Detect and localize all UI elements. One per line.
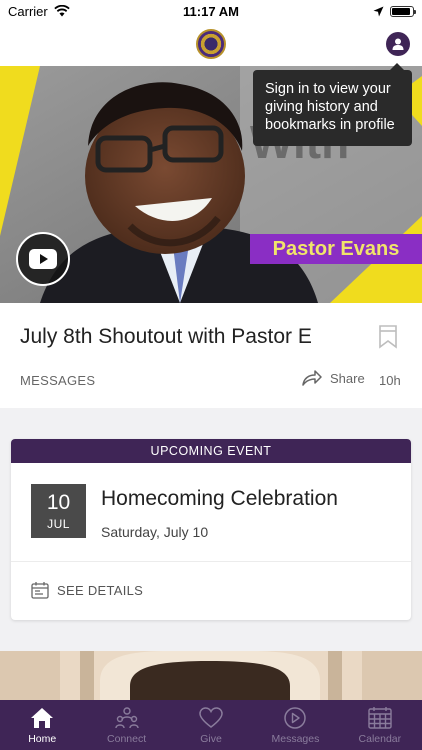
tab-label: Calendar <box>358 733 402 745</box>
bookmark-icon <box>379 325 397 349</box>
user-icon <box>392 38 404 50</box>
event-date-box: 10 JUL <box>31 484 86 538</box>
battery-fill <box>391 7 411 15</box>
message-title[interactable]: July 8th Shoutout with Pastor E <box>20 325 312 349</box>
home-icon <box>31 708 54 728</box>
youtube-play-icon <box>29 249 57 269</box>
battery-icon <box>389 5 416 17</box>
sign-in-tooltip: Sign in to view your giving history and … <box>253 63 412 146</box>
tab-calendar[interactable]: Calendar <box>338 700 422 750</box>
profile-button[interactable] <box>386 32 410 56</box>
status-time: 11:17 AM <box>183 3 239 19</box>
carrier-label: Carrier <box>8 3 48 19</box>
tab-messages[interactable]: Messages <box>253 700 337 750</box>
status-right <box>294 5 416 17</box>
event-title[interactable]: Homecoming Celebration <box>101 487 338 511</box>
tab-home[interactable]: Home <box>0 700 84 750</box>
church-seal-logo <box>196 29 226 59</box>
tab-label: Give <box>200 733 222 745</box>
bookmark-button[interactable] <box>378 325 398 354</box>
message-age: 10h <box>379 373 401 388</box>
play-circle-icon <box>284 707 307 729</box>
pastor-name-banner: Pastor Evans <box>250 234 422 264</box>
see-details-label: SEE DETAILS <box>57 582 144 598</box>
video-play-button[interactable] <box>16 232 70 286</box>
heart-icon <box>199 707 223 728</box>
nav-bar <box>0 22 422 66</box>
location-arrow-icon <box>373 6 384 16</box>
next-card-image[interactable] <box>0 651 422 701</box>
building-arch-artwork <box>0 651 422 701</box>
calendar-icon <box>368 707 392 729</box>
tab-connect[interactable]: Connect <box>84 700 168 750</box>
message-card[interactable]: July 8th Shoutout with Pastor E MESSAGES… <box>0 303 422 408</box>
people-icon <box>114 707 139 729</box>
share-button[interactable]: Share <box>302 370 365 386</box>
see-details-button[interactable]: SEE DETAILS <box>31 581 143 599</box>
wifi-icon <box>54 5 70 17</box>
status-bar: Carrier 11:17 AM <box>0 0 422 22</box>
tab-label: Connect <box>107 733 147 745</box>
divider <box>11 561 411 562</box>
status-left: Carrier <box>8 4 128 19</box>
share-label: Share <box>330 370 365 386</box>
bottom-tab-bar: Home Connect Give Messages Calendar <box>0 700 422 750</box>
upcoming-event-card[interactable]: UPCOMING EVENT 10 JUL Homecoming Celebra… <box>11 439 411 620</box>
message-category: MESSAGES <box>20 373 96 388</box>
share-arrow-icon <box>302 370 322 386</box>
calendar-details-icon <box>31 582 49 599</box>
event-month: JUL <box>47 517 70 531</box>
tab-label: Home <box>28 733 57 745</box>
event-header: UPCOMING EVENT <box>11 439 411 463</box>
tab-give[interactable]: Give <box>169 700 253 750</box>
tab-label: Messages <box>271 733 320 745</box>
event-date-text: Saturday, July 10 <box>101 524 209 540</box>
event-day: 10 <box>46 491 71 514</box>
